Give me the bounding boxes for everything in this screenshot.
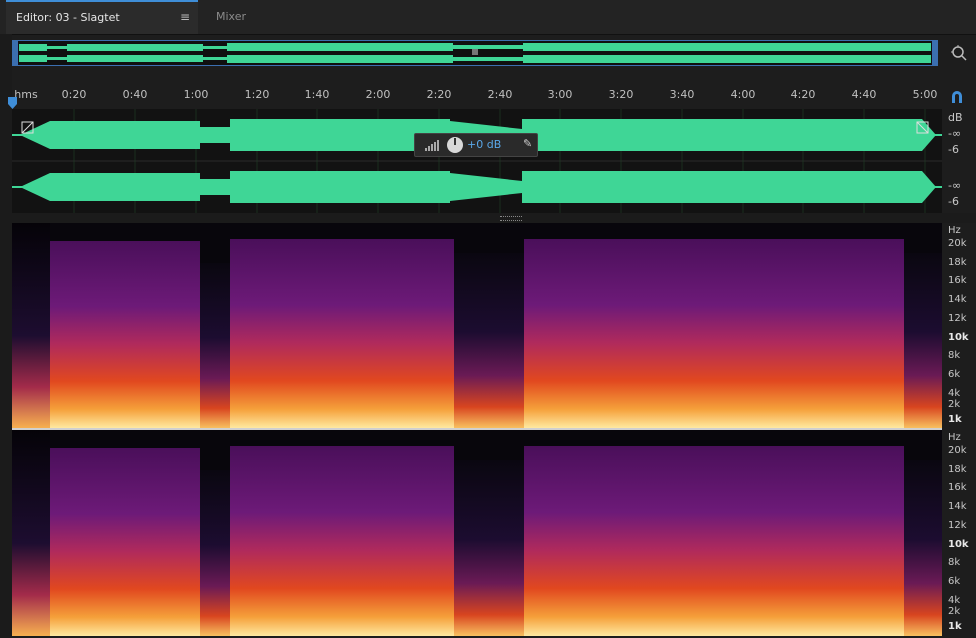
ruler-tick: 4:40 [851, 88, 877, 101]
ruler-tick: 3:20 [608, 88, 634, 101]
hz-label: 20k [948, 445, 967, 456]
volume-knob-icon[interactable] [417, 134, 467, 156]
ruler-tick: 2:20 [426, 88, 452, 101]
hz-label: 2k [948, 399, 961, 410]
hz-label: 6k [948, 576, 961, 587]
hz-label: 18k [948, 257, 967, 268]
frequency-scale-channel-1: Hz 20k 18k 16k 14k 12k 10k 8k 6k 4k 2k 1… [944, 223, 976, 428]
hz-label: 2k [948, 606, 961, 617]
db-label: -∞ [948, 179, 962, 192]
overview-navigator[interactable] [12, 40, 938, 66]
hz-label: 8k [948, 557, 961, 568]
ruler-tick: 3:40 [669, 88, 695, 101]
spectral-display-channel-2[interactable] [12, 430, 942, 636]
snap-magnet-icon[interactable] [949, 89, 965, 105]
playhead-marker-icon[interactable] [8, 97, 17, 109]
db-label: -6 [948, 195, 959, 208]
waveform-display[interactable] [12, 109, 942, 213]
ruler-tick: 1:20 [244, 88, 270, 101]
ruler-tick: 0:40 [122, 88, 148, 101]
ruler-tick: 1:40 [304, 88, 330, 101]
ruler-tick: 0:20 [61, 88, 87, 101]
hz-label: 10k [948, 539, 969, 550]
ruler-tick: 5:00 [912, 88, 938, 101]
ruler-tick: 1:00 [183, 88, 209, 101]
hz-label: 6k [948, 369, 961, 380]
hz-label: 12k [948, 520, 967, 531]
hz-unit-label: Hz [948, 225, 961, 236]
zoom-navigator-icon[interactable] [950, 44, 968, 62]
spectrogram-channel-2 [12, 430, 942, 636]
frequency-scale-channel-2: Hz 20k 18k 16k 14k 12k 10k 8k 6k 4k 2k 1… [944, 430, 976, 636]
hz-label: 1k [948, 621, 962, 632]
ruler-unit-label: hms [14, 88, 38, 101]
db-label: -6 [948, 143, 959, 156]
hz-unit-label: Hz [948, 432, 961, 443]
volume-hud[interactable]: +0 dB ✎ [414, 133, 538, 157]
hz-label: 8k [948, 350, 961, 361]
panel-divider[interactable] [0, 213, 976, 223]
left-gutter [0, 34, 12, 638]
hz-label: 1k [948, 414, 962, 425]
hz-label: 14k [948, 294, 967, 305]
hz-label: 20k [948, 238, 967, 249]
amplitude-scale: dB -∞ -6 -∞ -6 [944, 109, 976, 213]
ruler-tick: 3:00 [547, 88, 573, 101]
tab-mixer-label: Mixer [216, 10, 247, 23]
hamburger-icon[interactable]: ≡ [180, 2, 190, 33]
time-ruler[interactable]: hms 0:20 0:40 1:00 1:20 1:40 2:00 2:20 2… [12, 86, 942, 106]
db-unit-label: dB [948, 111, 963, 124]
editor-tab-bar: Editor: 03 - Slagtet legeme.mp3 ≡ Mixer [0, 0, 976, 55]
divider-grip[interactable] [500, 216, 522, 221]
hz-label: 10k [948, 332, 969, 343]
overview-waveform [13, 41, 937, 65]
volume-value[interactable]: +0 dB [467, 138, 501, 151]
hz-label: 14k [948, 501, 967, 512]
ruler-tick: 2:40 [487, 88, 513, 101]
hz-label: 18k [948, 464, 967, 475]
db-label: -∞ [948, 127, 962, 140]
ruler-tick: 2:00 [365, 88, 391, 101]
hz-label: 16k [948, 482, 967, 493]
hz-label: 16k [948, 275, 967, 286]
pin-icon[interactable]: ✎ [523, 137, 532, 150]
spectral-display-channel-1[interactable] [12, 223, 942, 428]
spectrogram-channel-1 [12, 223, 942, 428]
waveform-channels [12, 109, 942, 213]
hz-label: 12k [948, 313, 967, 324]
ruler-tick: 4:00 [730, 88, 756, 101]
hz-label: 4k [948, 388, 961, 399]
hz-label: 4k [948, 595, 961, 606]
tab-mixer[interactable]: Mixer [206, 0, 256, 34]
ruler-tick: 4:20 [790, 88, 816, 101]
tab-editor[interactable]: Editor: 03 - Slagtet legeme.mp3 ≡ [6, 0, 198, 55]
